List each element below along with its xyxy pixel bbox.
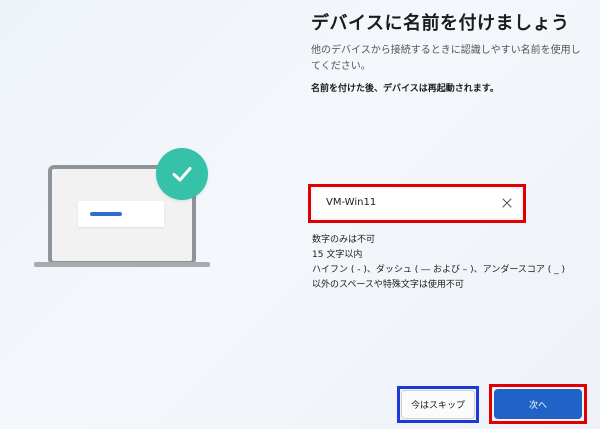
- close-icon[interactable]: [502, 198, 512, 208]
- restart-note: 名前を付けた後、デバイスは再起動されます。: [311, 84, 499, 94]
- device-name-card: [78, 201, 164, 227]
- next-button[interactable]: 次へ: [494, 389, 582, 419]
- requirement-line: 15 文字以内: [312, 250, 363, 260]
- requirement-line: ハイフン ( - )、ダッシュ ( ― および – )、アンダースコア ( _ …: [312, 265, 565, 275]
- skip-button[interactable]: 今はスキップ: [401, 390, 475, 419]
- laptop-illustration: [30, 145, 220, 275]
- name-requirements: 数字のみは不可 15 文字以内 ハイフン ( - )、ダッシュ ( ― および …: [312, 233, 592, 293]
- requirement-line: 以外のスペースや特殊文字は使用不可: [312, 280, 464, 290]
- device-name-bar: [90, 212, 122, 216]
- checkmark-icon: [172, 167, 192, 182]
- page-subtitle: 他のデバイスから接続するときに認識しやすい名前を使用してください。: [311, 45, 581, 72]
- page-title: デバイスに名前を付けましょう: [311, 13, 570, 34]
- laptop-base: [34, 262, 210, 267]
- check-badge: [156, 148, 208, 200]
- device-name-input[interactable]: VM-Win11: [313, 189, 521, 218]
- requirement-line: 数字のみは不可: [312, 235, 376, 245]
- device-name-value: VM-Win11: [326, 197, 377, 208]
